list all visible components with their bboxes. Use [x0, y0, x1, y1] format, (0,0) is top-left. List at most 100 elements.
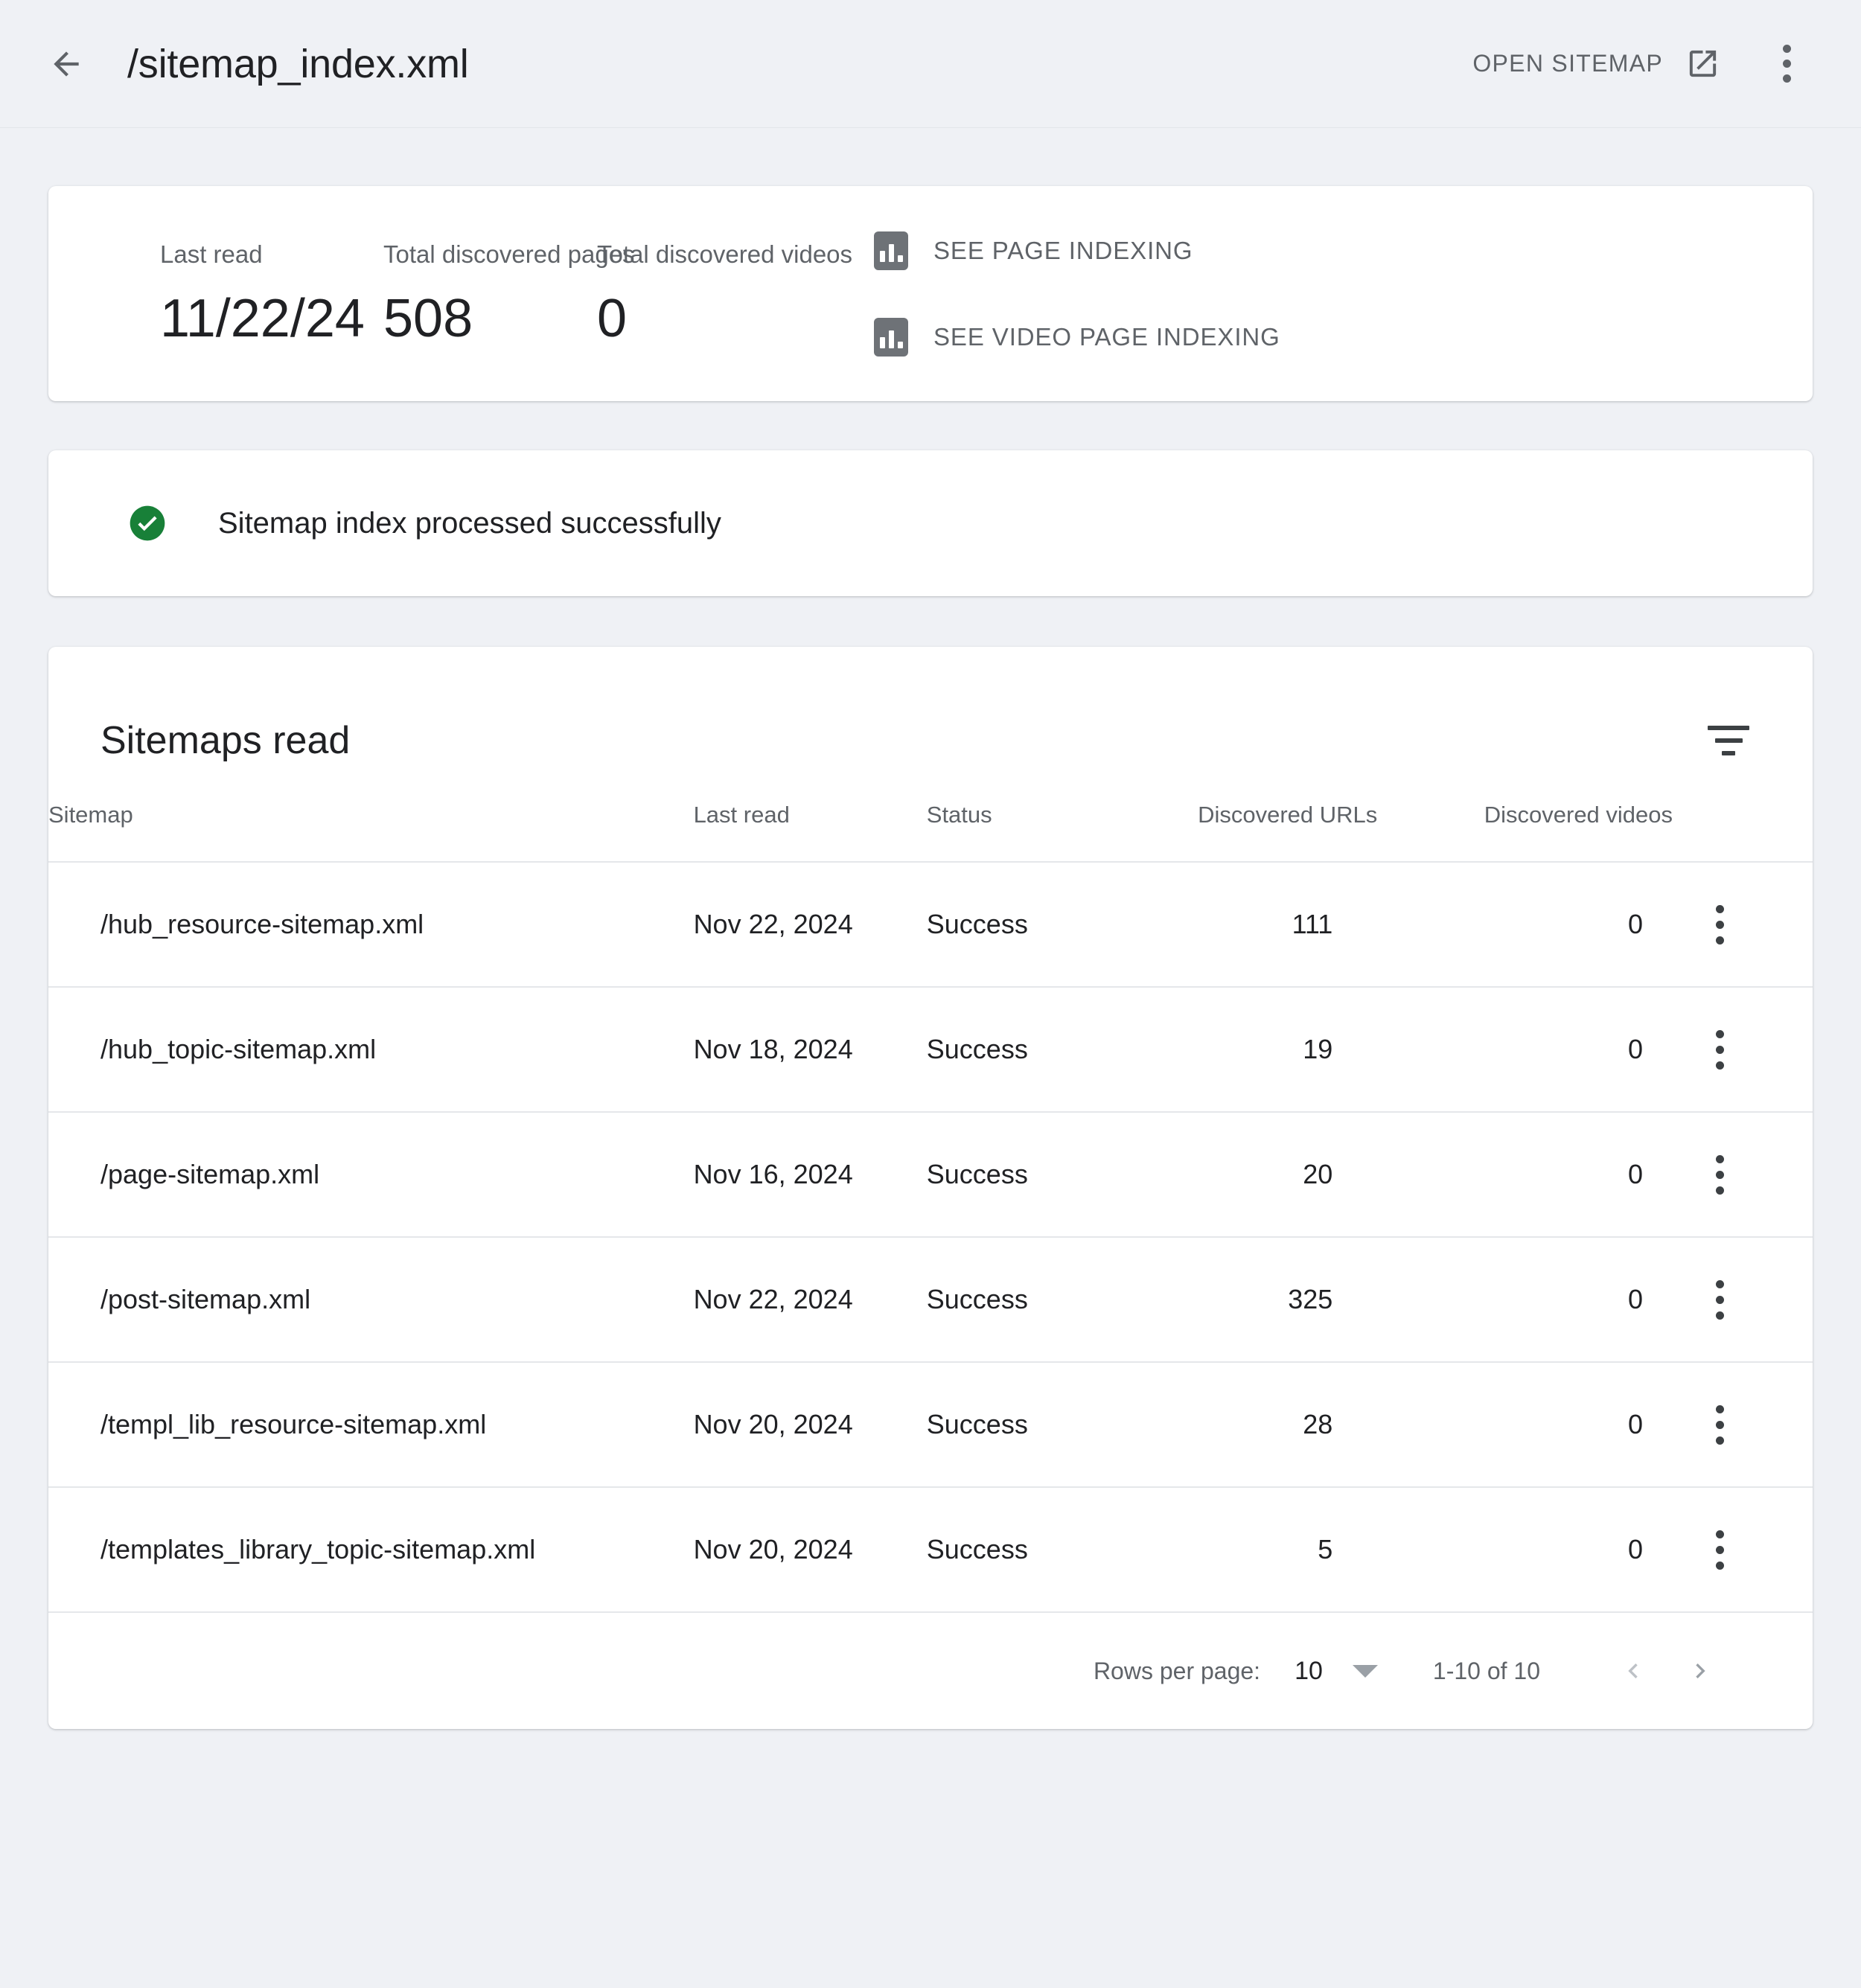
table-row[interactable]: /hub_resource-sitemap.xml Nov 22, 2024 S…: [48, 862, 1813, 988]
bar-chart-icon: [874, 231, 908, 270]
see-page-indexing-label: SEE PAGE INDEXING: [933, 236, 1193, 264]
filter-bar: [1708, 726, 1749, 730]
cell-last-read: Nov 18, 2024: [693, 987, 927, 1113]
see-video-page-indexing-label: SEE VIDEO PAGE INDEXING: [933, 322, 1280, 351]
cell-sitemap[interactable]: /templ_lib_resource-sitemap.xml: [48, 1362, 694, 1488]
more-vert-icon-dot: [1782, 45, 1791, 53]
bar-chart-icon: [874, 317, 908, 357]
table-row[interactable]: /templ_lib_resource-sitemap.xml Nov 20, …: [48, 1362, 1813, 1488]
cell-discovered-videos: 0: [1377, 1487, 1673, 1613]
column-header-discovered-videos[interactable]: Discovered videos: [1377, 781, 1673, 863]
table-head: Sitemap Last read Status Discovered URLs…: [48, 781, 1813, 863]
cell-sitemap[interactable]: /templates_library_topic-sitemap.xml: [48, 1487, 694, 1613]
metric-last-read: Last read 11/22/24: [160, 242, 383, 345]
cell-actions: [1673, 1362, 1813, 1488]
cell-last-read: Nov 16, 2024: [693, 1112, 927, 1238]
row-more-menu-button[interactable]: [1698, 1521, 1741, 1579]
chevron-down-icon: [1352, 1664, 1378, 1678]
cell-status: Success: [926, 1112, 1105, 1238]
cell-sitemap[interactable]: /page-sitemap.xml: [48, 1112, 694, 1238]
more-vert-icon-dot: [1782, 60, 1791, 68]
cell-status: Success: [926, 1237, 1105, 1363]
table-row[interactable]: /templates_library_topic-sitemap.xml Nov…: [48, 1487, 1813, 1613]
open-in-new-icon: [1685, 46, 1720, 81]
column-header-discovered-urls[interactable]: Discovered URLs: [1105, 781, 1378, 863]
cell-actions: [1673, 1237, 1813, 1363]
cell-discovered-urls: 20: [1105, 1112, 1378, 1238]
cell-actions: [1673, 987, 1813, 1113]
open-sitemap-label: OPEN SITEMAP: [1472, 50, 1663, 77]
cell-last-read: Nov 20, 2024: [693, 1362, 927, 1488]
cell-discovered-videos: 0: [1377, 1362, 1673, 1488]
filter-bar: [1714, 738, 1743, 743]
cell-discovered-videos: 0: [1377, 1237, 1673, 1363]
table-header-row: Sitemap Last read Status Discovered URLs…: [48, 781, 1813, 863]
row-more-menu-button[interactable]: [1698, 1145, 1741, 1204]
app-bar: /sitemap_index.xml OPEN SITEMAP: [0, 0, 1861, 128]
index-links-group: SEE PAGE INDEXING SEE VIDEO PAGE INDEXIN…: [874, 231, 1280, 357]
cell-discovered-videos: 0: [1377, 987, 1673, 1113]
see-page-indexing-link[interactable]: SEE PAGE INDEXING: [874, 231, 1280, 270]
row-more-menu-button[interactable]: [1698, 895, 1741, 953]
cell-discovered-urls: 325: [1105, 1237, 1378, 1363]
metrics-group: Last read 11/22/24 Total discovered page…: [48, 240, 853, 345]
rows-per-page-select[interactable]: 10: [1295, 1657, 1378, 1686]
open-sitemap-button[interactable]: OPEN SITEMAP: [1465, 33, 1728, 95]
rows-per-page-label: Rows per page:: [1093, 1657, 1261, 1684]
cell-discovered-urls: 111: [1105, 862, 1378, 988]
status-banner: Sitemap index processed successfully: [48, 450, 1813, 596]
row-more-menu-button[interactable]: [1698, 1271, 1741, 1329]
metric-label: Total discovered videos: [597, 240, 853, 268]
metric-value: 11/22/24: [160, 289, 365, 348]
sitemaps-read-card: Sitemaps read Sitemap Last read Status D…: [48, 647, 1813, 1729]
cell-discovered-urls: 5: [1105, 1487, 1378, 1613]
cell-actions: [1673, 1112, 1813, 1238]
cell-sitemap[interactable]: /post-sitemap.xml: [48, 1237, 694, 1363]
previous-page-button[interactable]: [1600, 1637, 1667, 1704]
arrow-left-icon: [48, 45, 85, 83]
metric-label: Total discovered pages: [383, 240, 635, 268]
see-video-page-indexing-link[interactable]: SEE VIDEO PAGE INDEXING: [874, 317, 1280, 357]
pagination-range-label: 1-10 of 10: [1432, 1657, 1540, 1684]
table-row[interactable]: /page-sitemap.xml Nov 16, 2024 Success 2…: [48, 1112, 1813, 1238]
table-header-bar: Sitemaps read: [48, 647, 1813, 781]
more-vert-icon-dot: [1782, 74, 1791, 83]
next-page-button[interactable]: [1667, 1637, 1734, 1704]
filter-list-icon[interactable]: [1704, 716, 1753, 765]
rows-per-page-value: 10: [1295, 1656, 1323, 1685]
metric-total-discovered-videos: Total discovered videos 0: [597, 240, 853, 345]
cell-discovered-urls: 28: [1105, 1362, 1378, 1488]
cell-sitemap[interactable]: /hub_resource-sitemap.xml: [48, 862, 694, 988]
cell-last-read: Nov 22, 2024: [693, 1237, 927, 1363]
check-circle-icon: [127, 502, 168, 544]
filter-bar: [1722, 751, 1735, 755]
status-message: Sitemap index processed successfully: [218, 506, 721, 540]
cell-discovered-videos: 0: [1377, 1112, 1673, 1238]
cell-last-read: Nov 22, 2024: [693, 862, 927, 988]
column-header-status[interactable]: Status: [926, 781, 1105, 863]
table-row[interactable]: /hub_topic-sitemap.xml Nov 18, 2024 Succ…: [48, 987, 1813, 1113]
column-header-last-read[interactable]: Last read: [693, 781, 927, 863]
column-header-sitemap[interactable]: Sitemap: [48, 781, 694, 863]
cell-status: Success: [926, 1362, 1105, 1488]
content-area: Last read 11/22/24 Total discovered page…: [0, 186, 1861, 1729]
table-row[interactable]: /post-sitemap.xml Nov 22, 2024 Success 3…: [48, 1237, 1813, 1363]
chevron-right-icon: [1685, 1656, 1715, 1686]
cell-sitemap[interactable]: /hub_topic-sitemap.xml: [48, 987, 694, 1113]
page-title: /sitemap_index.xml: [127, 41, 469, 86]
cell-status: Success: [926, 987, 1105, 1113]
sitemap-details-page: /sitemap_index.xml OPEN SITEMAP Last rea…: [0, 0, 1861, 1988]
cell-actions: [1673, 1487, 1813, 1613]
column-header-actions: [1673, 781, 1813, 863]
row-more-menu-button[interactable]: [1698, 1396, 1741, 1454]
appbar-more-menu-button[interactable]: [1753, 31, 1820, 98]
cell-actions: [1673, 862, 1813, 988]
row-more-menu-button[interactable]: [1698, 1020, 1741, 1078]
metric-label: Last read: [160, 240, 263, 268]
cell-status: Success: [926, 862, 1105, 988]
sitemaps-table: Sitemap Last read Status Discovered URLs…: [48, 781, 1813, 1613]
summary-card: Last read 11/22/24 Total discovered page…: [48, 186, 1813, 401]
pagination-bar: Rows per page: 10 1-10 of 10: [48, 1613, 1813, 1729]
table-title: Sitemaps read: [100, 719, 351, 762]
back-button[interactable]: [33, 31, 99, 97]
